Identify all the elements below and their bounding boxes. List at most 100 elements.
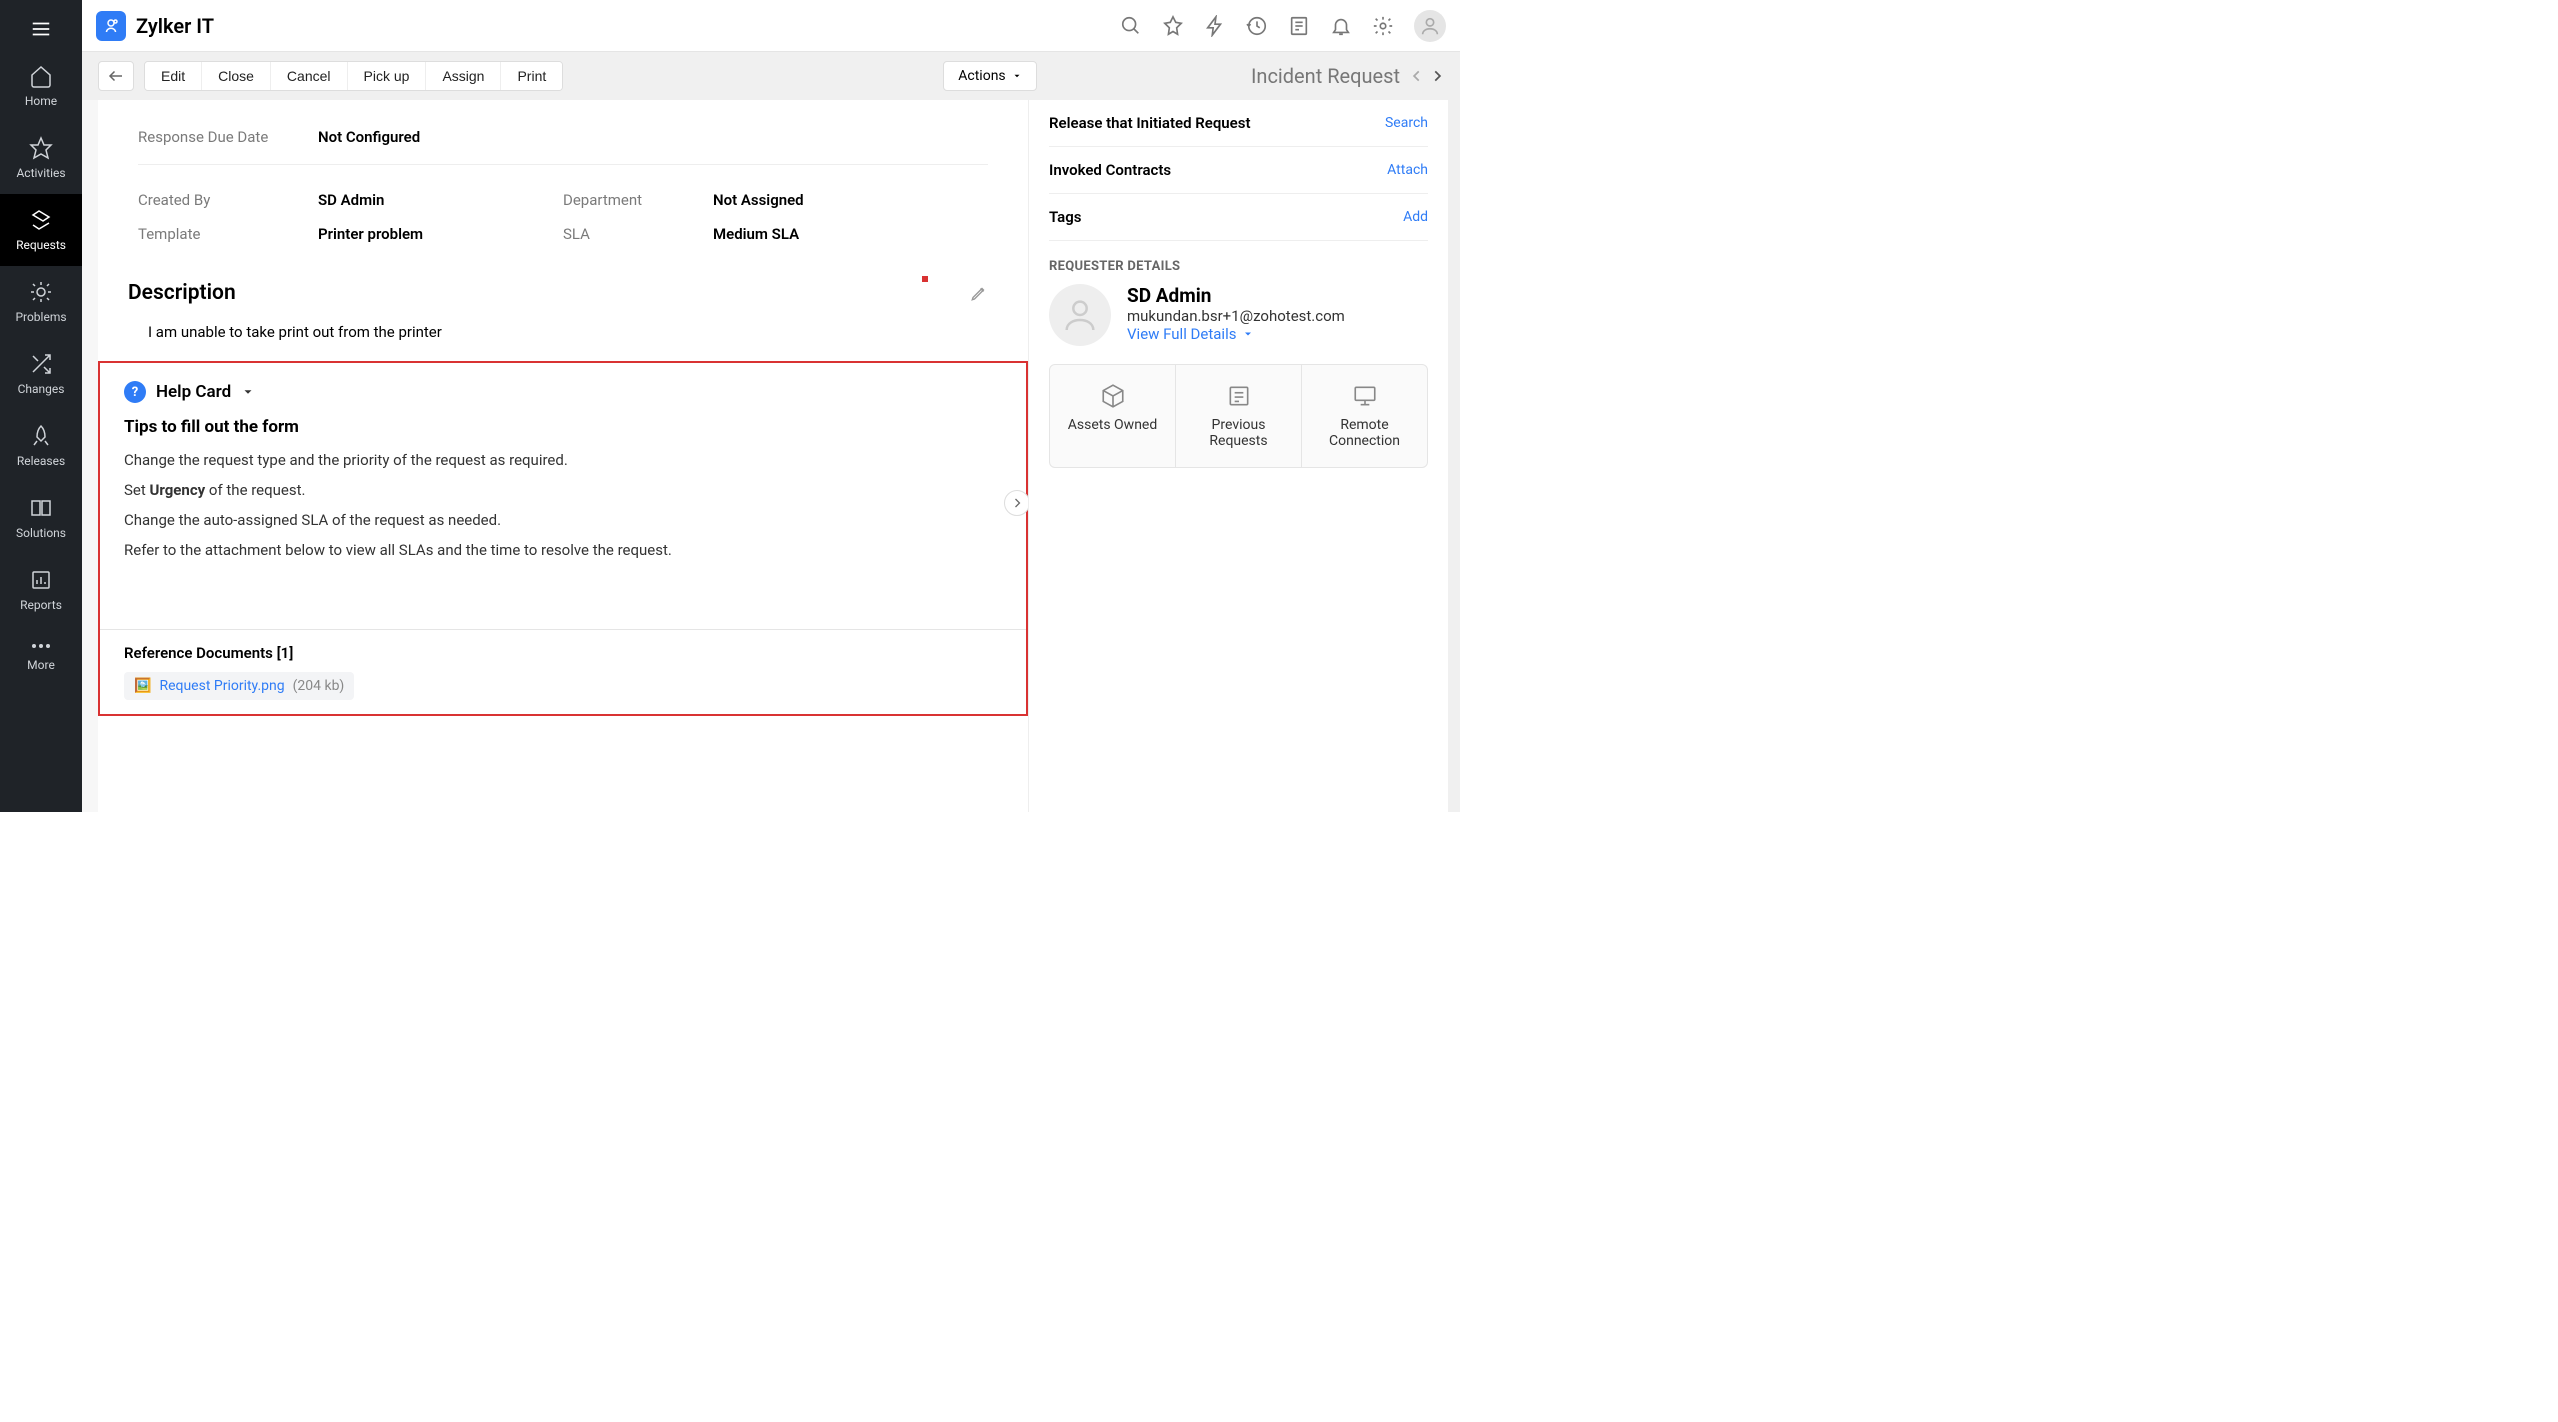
prev-request-icon[interactable] bbox=[1410, 66, 1424, 86]
help-card: ? Help Card Tips to fill out the form Ch… bbox=[98, 361, 1028, 716]
chevron-down-icon bbox=[1012, 71, 1022, 81]
requester-email: mukundan.bsr+1@zohotest.com bbox=[1127, 307, 1345, 325]
app-title: Zylker IT bbox=[136, 14, 214, 38]
history-icon[interactable] bbox=[1246, 15, 1268, 37]
nav-home[interactable]: Home bbox=[0, 50, 82, 122]
right-panel: Release that Initiated Request Search In… bbox=[1028, 100, 1448, 812]
field-value: Not Assigned bbox=[713, 191, 804, 209]
back-button[interactable] bbox=[98, 61, 134, 91]
edit-button[interactable]: Edit bbox=[145, 62, 202, 90]
nav-problems[interactable]: Problems bbox=[0, 266, 82, 338]
nav-label: Reports bbox=[20, 598, 62, 612]
rp-tags-add[interactable]: Add bbox=[1403, 209, 1428, 225]
app-logo-icon bbox=[96, 11, 126, 41]
ticket-icon bbox=[29, 208, 53, 232]
requester-avatar-icon bbox=[1049, 284, 1111, 346]
pencil-icon[interactable] bbox=[970, 284, 988, 302]
nav-more[interactable]: More bbox=[0, 626, 82, 686]
expand-panel-icon[interactable] bbox=[1004, 490, 1028, 516]
request-type-title: Incident Request bbox=[1251, 64, 1400, 88]
nav-changes[interactable]: Changes bbox=[0, 338, 82, 410]
topbar: Zylker IT bbox=[82, 0, 1460, 52]
remote-connection-action[interactable]: Remote Connection bbox=[1302, 365, 1427, 467]
nav-label: Requests bbox=[16, 238, 66, 252]
help-tip: Refer to the attachment below to view al… bbox=[124, 541, 1002, 559]
gear-icon[interactable] bbox=[1372, 15, 1394, 37]
help-card-subtitle: Tips to fill out the form bbox=[124, 417, 1002, 437]
nav-label: Activities bbox=[16, 166, 65, 180]
assets-owned-action[interactable]: Assets Owned bbox=[1050, 365, 1176, 467]
help-card-title: Help Card bbox=[156, 382, 231, 402]
nav-reports[interactable]: Reports bbox=[0, 554, 82, 626]
description-body: I am unable to take print out from the p… bbox=[98, 309, 1028, 361]
actions-dropdown[interactable]: Actions bbox=[943, 61, 1036, 91]
assign-button[interactable]: Assign bbox=[426, 62, 501, 90]
requester-details-link[interactable]: View Full Details bbox=[1127, 325, 1345, 343]
action-label: Remote Connection bbox=[1329, 417, 1400, 449]
bell-icon[interactable] bbox=[1330, 15, 1352, 37]
list-icon bbox=[1186, 383, 1291, 409]
attachment-size: (204 kb) bbox=[293, 678, 345, 694]
chevron-down-icon[interactable] bbox=[241, 385, 255, 399]
field-value: SD Admin bbox=[318, 191, 384, 209]
search-icon[interactable] bbox=[1120, 15, 1142, 37]
attachment-name: Request Priority.png bbox=[159, 678, 284, 694]
nav-label: Home bbox=[25, 94, 57, 108]
field-label: SLA bbox=[563, 225, 713, 243]
nav-requests[interactable]: Requests bbox=[0, 194, 82, 266]
rp-contracts-attach[interactable]: Attach bbox=[1387, 162, 1428, 178]
nav-label: Releases bbox=[17, 454, 65, 468]
rocket-icon bbox=[29, 424, 53, 448]
requester-section-title: REQUESTER DETAILS bbox=[1049, 241, 1428, 284]
menu-toggle-icon[interactable] bbox=[20, 8, 62, 50]
help-tip: Set Urgency of the request. bbox=[124, 481, 1002, 499]
actions-label: Actions bbox=[958, 68, 1005, 84]
nav-label: Changes bbox=[18, 382, 65, 396]
bolt-icon[interactable] bbox=[1204, 15, 1226, 37]
field-value: Medium SLA bbox=[713, 225, 799, 243]
rp-release-search[interactable]: Search bbox=[1385, 115, 1428, 131]
field-label: Template bbox=[138, 225, 318, 243]
field-value: Not Configured bbox=[318, 128, 420, 146]
user-avatar-icon[interactable] bbox=[1414, 10, 1446, 42]
next-request-icon[interactable] bbox=[1430, 66, 1444, 86]
chart-icon bbox=[29, 568, 53, 592]
sidebar: Home Activities Requests Problems Change… bbox=[0, 0, 82, 812]
shuffle-icon bbox=[29, 352, 53, 376]
field-label: Created By bbox=[138, 191, 318, 209]
cube-icon bbox=[1060, 383, 1165, 409]
field-value: Printer problem bbox=[318, 225, 423, 243]
home-icon bbox=[29, 64, 53, 88]
attachment-chip[interactable]: 🖼️ Request Priority.png (204 kb) bbox=[124, 672, 354, 700]
main-area: Zylker IT Edit Close bbox=[82, 0, 1460, 812]
close-button[interactable]: Close bbox=[202, 62, 271, 90]
rp-release-label: Release that Initiated Request bbox=[1049, 114, 1251, 132]
nav-label: Problems bbox=[15, 310, 66, 324]
scrollbar[interactable] bbox=[1448, 100, 1460, 812]
help-tip: Change the auto-assigned SLA of the requ… bbox=[124, 511, 1002, 529]
previous-requests-action[interactable]: Previous Requests bbox=[1176, 365, 1302, 467]
requester-name: SD Admin bbox=[1127, 284, 1345, 307]
pin-icon[interactable] bbox=[1162, 15, 1184, 37]
monitor-icon bbox=[1312, 383, 1417, 409]
field-label: Department bbox=[563, 191, 713, 209]
content-main: Response Due Date Not Configured Created… bbox=[98, 100, 1028, 812]
bug-icon bbox=[29, 280, 53, 304]
print-button[interactable]: Print bbox=[501, 62, 562, 90]
description-heading: Description bbox=[128, 281, 236, 305]
pickup-button[interactable]: Pick up bbox=[348, 62, 427, 90]
book-icon bbox=[29, 496, 53, 520]
dots-icon bbox=[29, 640, 53, 652]
indicator-dot bbox=[922, 276, 928, 282]
nav-solutions[interactable]: Solutions bbox=[0, 482, 82, 554]
action-label: Assets Owned bbox=[1068, 417, 1158, 433]
compass-icon bbox=[29, 136, 53, 160]
nav-activities[interactable]: Activities bbox=[0, 122, 82, 194]
reference-docs-title: Reference Documents [1] bbox=[124, 644, 1002, 662]
note-icon[interactable] bbox=[1288, 15, 1310, 37]
action-label: Previous Requests bbox=[1209, 417, 1267, 449]
button-group: Edit Close Cancel Pick up Assign Print bbox=[144, 61, 563, 91]
cancel-button[interactable]: Cancel bbox=[271, 62, 348, 90]
action-bar: Edit Close Cancel Pick up Assign Print A… bbox=[82, 52, 1460, 100]
nav-releases[interactable]: Releases bbox=[0, 410, 82, 482]
